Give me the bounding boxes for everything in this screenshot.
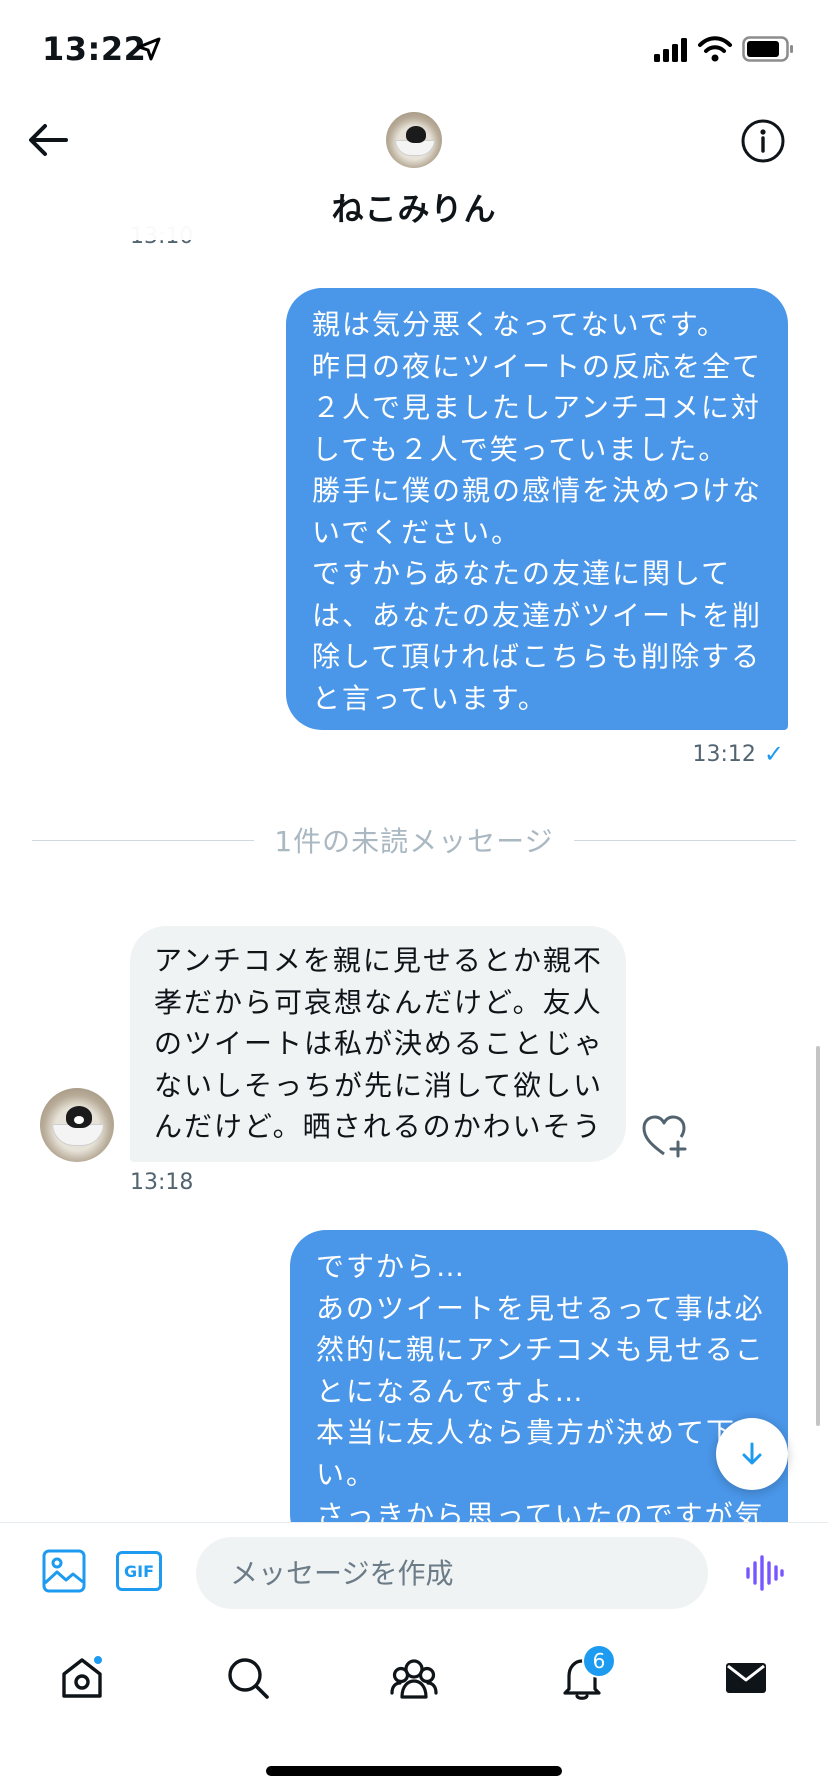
incoming-message-bubble[interactable]: アンチコメを親に見せるとか親不 孝だから可哀想なんだけど。友人 のツイートは私が… [130,926,626,1162]
tab-communities[interactable] [384,1648,444,1708]
add-image-button[interactable] [42,1549,86,1593]
arrow-down-icon [742,1442,762,1465]
message-timestamp: 13:12 [692,741,756,767]
contact-name[interactable]: ねこみりん [0,184,828,230]
divider-line [574,840,796,841]
message-text-line: 本当に友人なら貴方が決めて下さ [316,1416,767,1449]
message-meta: 13:12 ✓ [692,740,784,768]
message-text-line: は、あなたの友達がツイートを削 [312,598,763,632]
message-text-line: い。 [316,1457,377,1491]
read-check-icon: ✓ [763,740,784,768]
wifi-icon [698,36,732,62]
conversation-info-button[interactable] [740,118,786,164]
heart-plus-icon[interactable] [640,1112,692,1160]
home-indicator[interactable] [266,1766,562,1776]
voice-message-button[interactable] [744,1553,784,1593]
battery-icon [742,36,793,62]
message-text-line: んだけど。晒されるのかわいそう [154,1110,603,1143]
scrollbar[interactable] [816,1046,820,1426]
message-text-line: 親は気分悪くなってないです。 [312,308,727,341]
message-text-line: いでください。 [312,515,522,549]
message-text-line: 然的に親にアンチコメも見せるこ [316,1333,765,1366]
message-timestamp: 13:18 [130,1170,194,1195]
message-text-line: あのツイートを見せるって事は必 [316,1291,765,1325]
message-text-line: 昨日の夜にツイートの反応を全て [312,349,763,383]
tab-search[interactable] [218,1648,278,1708]
info-icon [741,119,785,163]
outgoing-message-bubble[interactable]: 親は気分悪くなってないです。 昨日の夜にツイートの反応を全て ２人で見ましたしア… [286,288,788,730]
message-text-line: 孝だから可哀想なんだけど。友人 [154,985,603,1019]
back-button[interactable] [26,120,70,160]
unread-divider: 1件の未読メッセージ [32,820,796,858]
communities-icon [390,1659,438,1699]
message-text-line: さっきから思っていたのですが気 [316,1499,765,1522]
bottom-tab-bar: 6 [0,1626,828,1792]
message-text-line: 勝手に僕の親の感情を決めつけな [312,474,763,507]
tab-messages[interactable] [716,1648,776,1708]
avatar-cat [66,1106,92,1128]
notifications-badge: 6 [582,1644,616,1678]
message-text-line: しても２人で笑っていました。 [312,432,729,466]
back-arrow-icon [29,124,68,156]
message-text-line: とになるんですよ… [316,1374,585,1408]
message-text-line: ２人で見ましたしアンチコメに対 [312,391,761,424]
avatar-cat [406,126,426,143]
header-avatar[interactable] [386,112,442,168]
voice-wave-icon [746,1555,784,1591]
message-text-line: ないしそっちが先に消して欲しい [154,1068,604,1102]
message-text-line: ですからあなたの友達に関して [312,557,732,590]
outgoing-message-bubble[interactable]: ですから… あのツイートを見せるって事は必 然的に親にアンチコメも見せるこ とに… [290,1230,788,1522]
message-text-line: ですから… [316,1250,467,1283]
search-icon [228,1658,269,1699]
message-composer: GIF [0,1522,828,1626]
conversation-header: 13:22 ねこみりん [0,0,828,240]
message-text-line: アンチコメを親に見せるとか親不 [154,944,603,977]
envelope-icon [726,1663,766,1693]
new-content-dot [92,1654,104,1666]
message-text-line: 除して頂ければこちらも削除する [312,640,762,673]
message-input[interactable] [196,1537,708,1609]
image-icon [42,1549,86,1593]
add-gif-button[interactable]: GIF [116,1551,162,1591]
message-text-line: と言っています。 [312,681,548,715]
jump-to-latest-button[interactable] [716,1418,788,1490]
contact-avatar[interactable] [40,1088,114,1162]
tab-home[interactable] [52,1648,112,1708]
status-bar-time: 13:22 [42,30,147,68]
message-text-line: のツイートは私が決めることじゃ [154,1027,605,1060]
cellular-signal-icon [654,38,687,62]
location-arrow-icon [137,37,161,61]
tab-notifications[interactable]: 6 [552,1644,616,1708]
